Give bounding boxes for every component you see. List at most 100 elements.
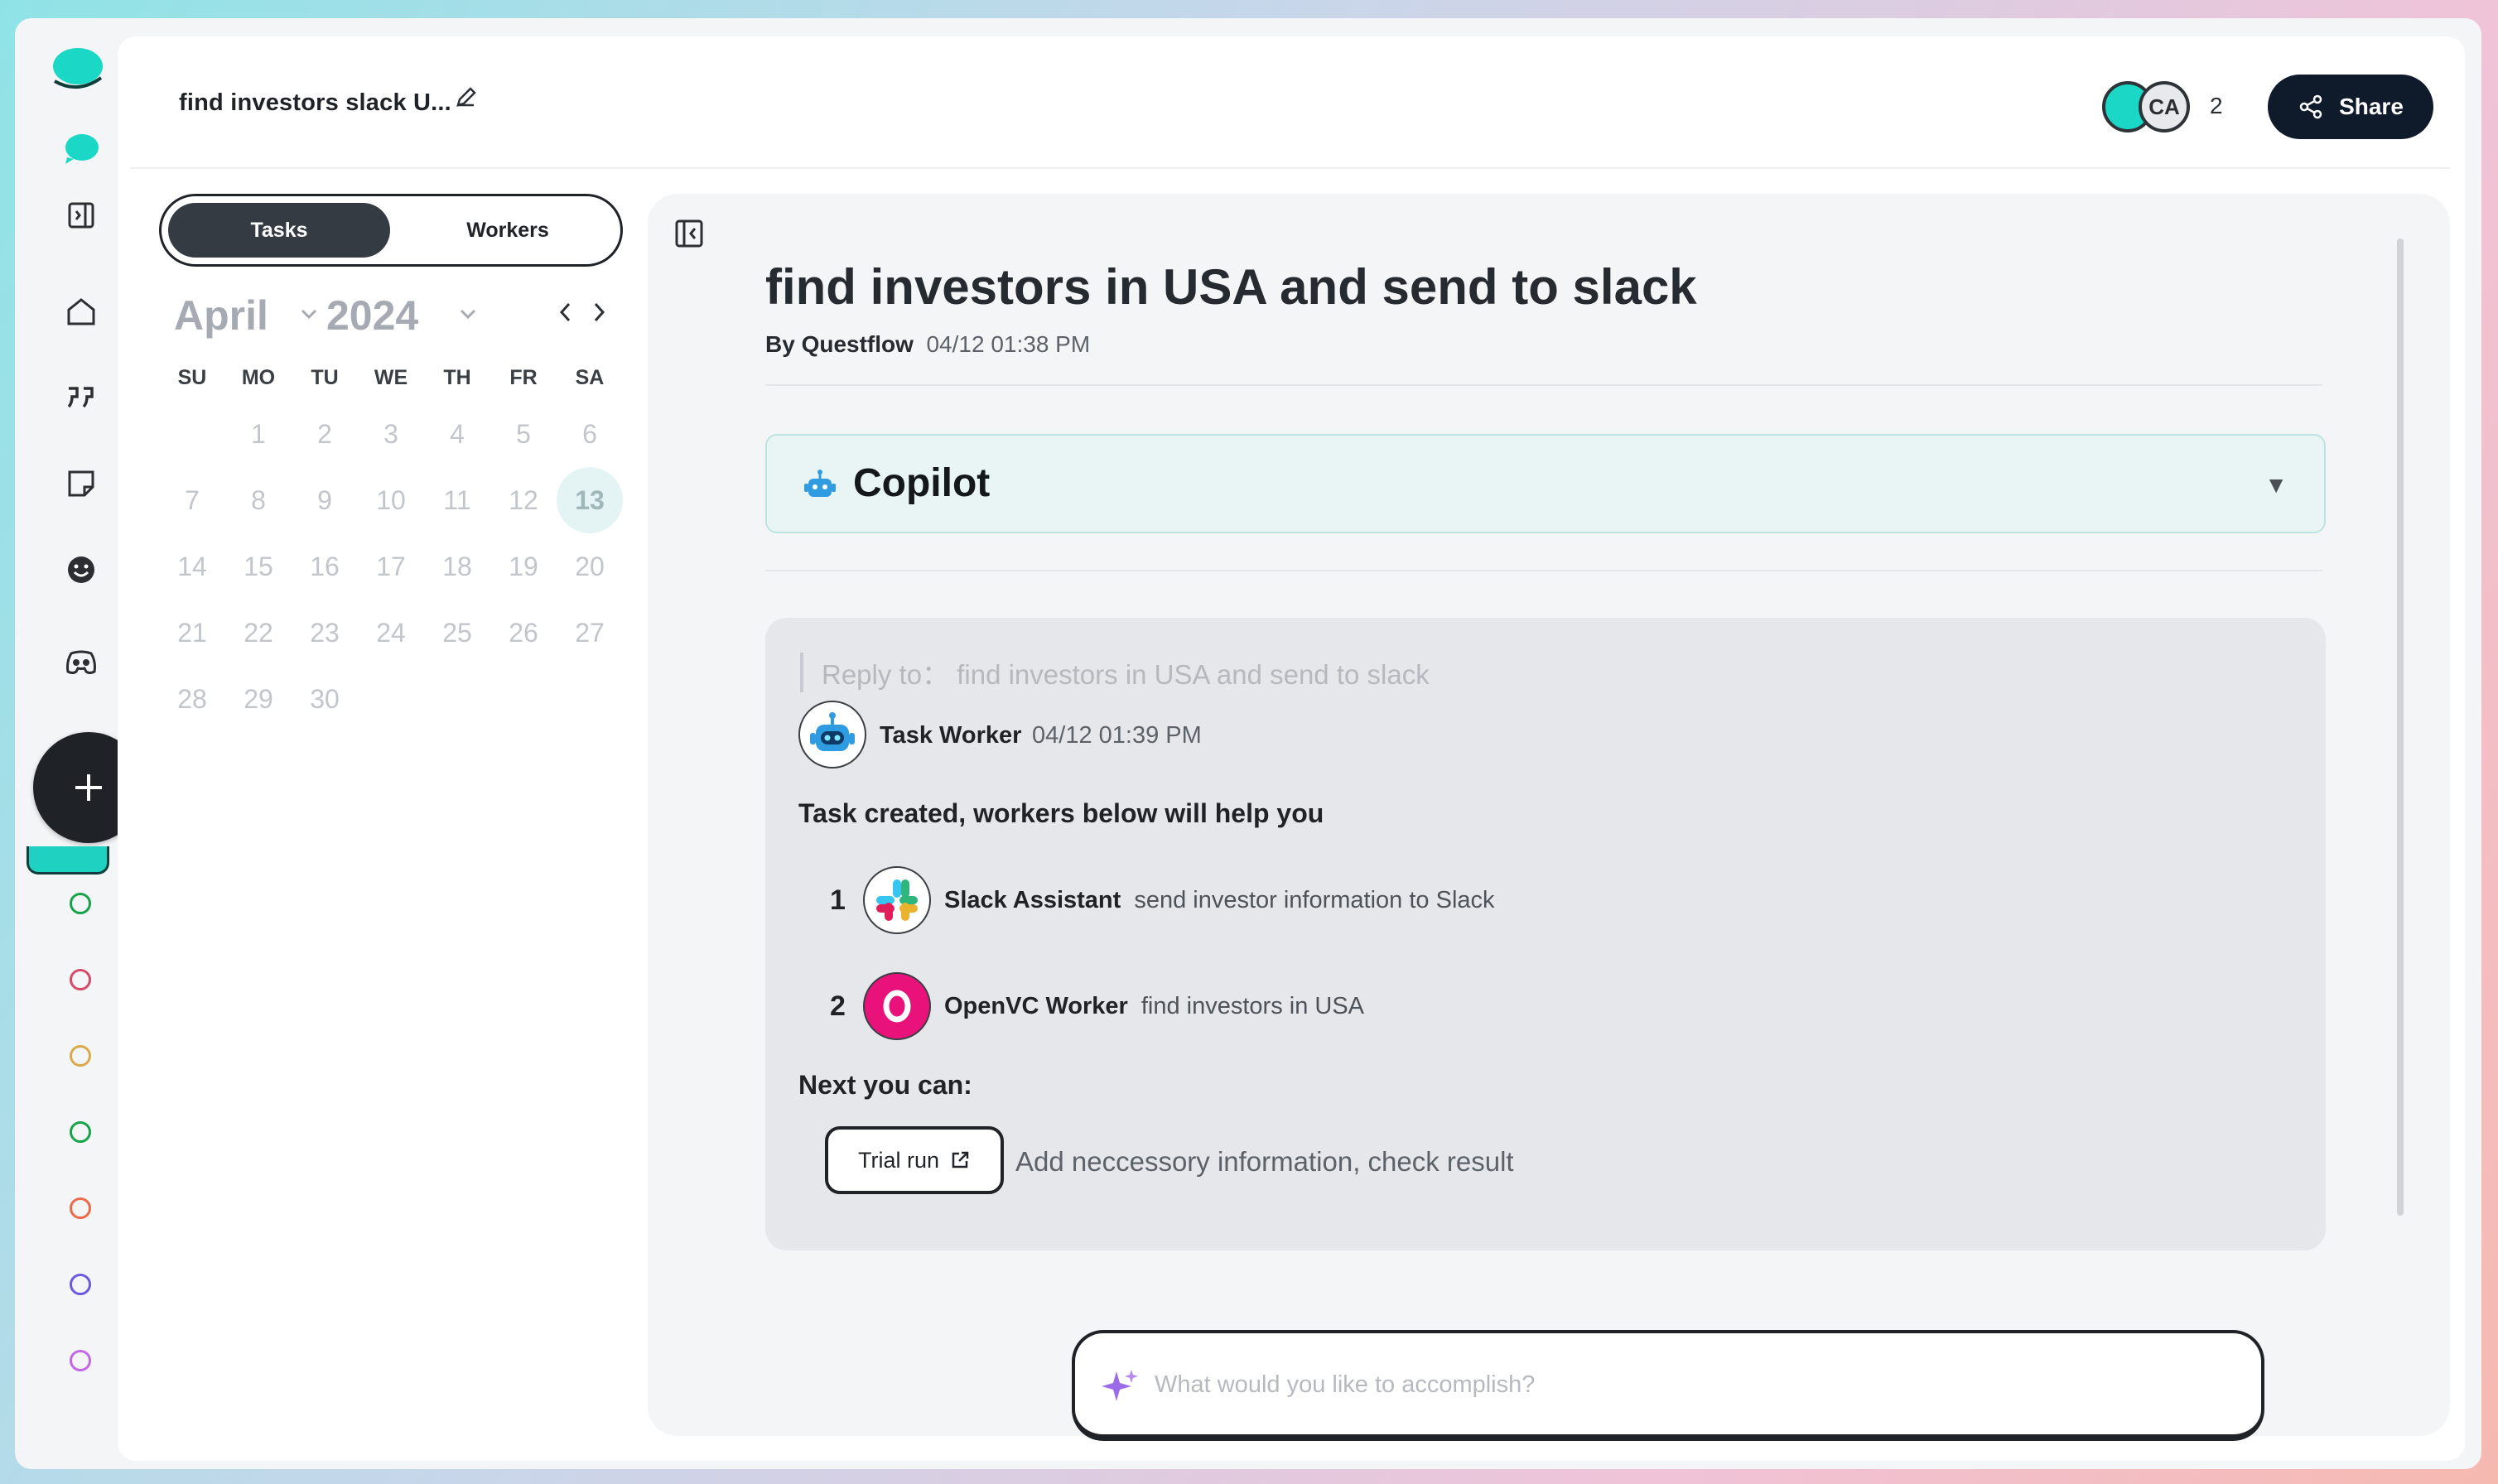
task-dot-yellow[interactable]	[70, 1045, 91, 1067]
worker-number: 1	[830, 884, 846, 916]
composer-input[interactable]	[1155, 1361, 2231, 1408]
calendar-day[interactable]: 20	[557, 533, 623, 600]
calendar-day[interactable]: 15	[225, 533, 292, 600]
worker-item[interactable]: 2 OpenVC Worker find investors in USA	[830, 972, 1364, 1040]
active-task-tab[interactable]	[27, 846, 109, 874]
copilot-label: Copilot	[853, 461, 991, 505]
edit-title-icon[interactable]	[454, 84, 479, 113]
left-panel: Tasks Workers April 2024 SU MO TU WE TH FR SA 1…	[159, 194, 623, 732]
sticky-note-icon[interactable]	[46, 449, 116, 518]
calendar-day[interactable]: 26	[490, 600, 557, 666]
task-author: By Questflow	[765, 331, 914, 357]
share-icon	[2299, 94, 2322, 119]
month-select[interactable]: April	[174, 292, 268, 340]
calendar-day[interactable]: 17	[358, 533, 424, 600]
next-month-icon[interactable]	[590, 300, 608, 325]
calendar-day[interactable]: 10	[358, 467, 424, 533]
robot-icon	[804, 470, 836, 497]
robot-icon	[810, 712, 855, 751]
trial-run-label: Trial run	[857, 1147, 940, 1173]
chevron-down-icon[interactable]	[300, 308, 318, 320]
calendar-day[interactable]: 16	[292, 533, 358, 600]
weekday-header: SA	[575, 365, 605, 389]
calendar-grid: SU MO TU WE TH FR SA 1 2 3 4 5 6 7 8 9 10 11 12 13 14 15 16 17 1…	[159, 354, 623, 732]
task-dot-green-2[interactable]	[70, 1121, 91, 1143]
calendar-day[interactable]: 19	[490, 533, 557, 600]
year-select[interactable]: 2024	[326, 292, 418, 340]
calendar-day[interactable]: 1	[225, 401, 292, 467]
task-dot-blue[interactable]	[70, 1274, 91, 1295]
smiley-icon[interactable]	[46, 535, 116, 605]
calendar-day[interactable]: 23	[292, 600, 358, 666]
prev-month-icon[interactable]	[557, 300, 575, 325]
composer[interactable]	[1072, 1330, 2264, 1441]
discord-icon[interactable]	[46, 628, 116, 697]
chat-bubble-icon[interactable]	[46, 114, 116, 184]
worker-name: Slack Assistant	[944, 886, 1121, 913]
calendar-day[interactable]: 11	[424, 467, 490, 533]
calendar-day[interactable]: 21	[159, 600, 225, 666]
worker-desc: find investors in USA	[1140, 992, 1365, 1019]
weekday-header: MO	[241, 365, 276, 389]
top-header: find investors slack U... CA 2 Share	[131, 36, 2450, 169]
calendar-day[interactable]: 24	[358, 600, 424, 666]
calendar-day[interactable]: 12	[490, 467, 557, 533]
task-dot-purple[interactable]	[70, 1350, 91, 1371]
tasks-workers-toggle: Tasks Workers	[159, 194, 623, 267]
trial-run-description: Add neccessory information, check result	[1015, 1146, 1514, 1177]
task-timestamp: 04/12 01:38 PM	[926, 331, 1091, 357]
weekday-header: TU	[311, 365, 339, 389]
calendar-day[interactable]: 4	[424, 401, 490, 467]
weekday-header: WE	[374, 365, 408, 389]
copilot-panel[interactable]: Copilot ▼	[765, 434, 2326, 533]
calendar-day[interactable]: 8	[225, 467, 292, 533]
task-dot-red[interactable]	[70, 969, 91, 990]
calendar-day[interactable]: 29	[225, 666, 292, 732]
app-shell: find investors slack U... CA 2 Share Tas…	[15, 18, 2481, 1469]
calendar-day[interactable]: 7	[159, 467, 225, 533]
logo-icon[interactable]	[35, 28, 118, 111]
participant-avatars[interactable]: CA 2	[2102, 78, 2243, 136]
calendar-day[interactable]: 14	[159, 533, 225, 600]
calendar-day[interactable]: 2	[292, 401, 358, 467]
worker-item[interactable]: 1 Slack Assistant send investor informat…	[830, 866, 1495, 934]
worker-desc: send investor information to Slack	[1134, 886, 1495, 913]
calendar-day[interactable]: 28	[159, 666, 225, 732]
calendar-day[interactable]: 27	[557, 600, 623, 666]
copilot-toggle-icon[interactable]: ▼	[2264, 472, 2288, 499]
calendar-day[interactable]: 13	[557, 467, 623, 533]
openvc-icon	[863, 972, 931, 1040]
calendar-header: April 2024	[159, 280, 623, 354]
quote-icon[interactable]	[46, 363, 116, 432]
task-dot-orange[interactable]	[70, 1197, 91, 1219]
share-button[interactable]: Share	[2268, 75, 2433, 139]
participant-count: 2	[2210, 93, 2223, 118]
calendar-day[interactable]: 6	[557, 401, 623, 467]
scrollbar[interactable]	[2397, 238, 2404, 1216]
chevron-down-icon[interactable]	[459, 308, 477, 320]
calendar-day[interactable]: 9	[292, 467, 358, 533]
home-icon[interactable]	[46, 277, 116, 346]
calendar-day[interactable]: 5	[490, 401, 557, 467]
weekday-header: FR	[509, 365, 538, 389]
trial-run-button[interactable]: Trial run	[825, 1126, 1004, 1194]
external-link-icon	[952, 1151, 969, 1168]
next-steps-label: Next you can:	[798, 1070, 972, 1100]
expand-panel-icon[interactable]	[46, 181, 116, 250]
task-title: find investors in USA and send to slack	[765, 259, 1697, 315]
tab-workers[interactable]: Workers	[398, 203, 617, 258]
message-card: Reply to： find investors in USA and send…	[765, 618, 2326, 1250]
calendar-day[interactable]: 3	[358, 401, 424, 467]
calendar-day[interactable]: 22	[225, 600, 292, 666]
worker-name: OpenVC Worker	[944, 992, 1128, 1019]
today-label: 13	[575, 484, 605, 515]
task-dot-green[interactable]	[70, 893, 91, 914]
calendar-day[interactable]: 25	[424, 600, 490, 666]
collapse-sidebar-icon[interactable]	[674, 219, 704, 253]
tab-tasks[interactable]: Tasks	[168, 203, 390, 258]
calendar-day[interactable]: 30	[292, 666, 358, 732]
calendar-day[interactable]: 18	[424, 533, 490, 600]
weekday-header: SU	[177, 365, 207, 389]
page-title: find investors slack U...	[179, 89, 451, 116]
left-rail	[15, 18, 144, 1469]
